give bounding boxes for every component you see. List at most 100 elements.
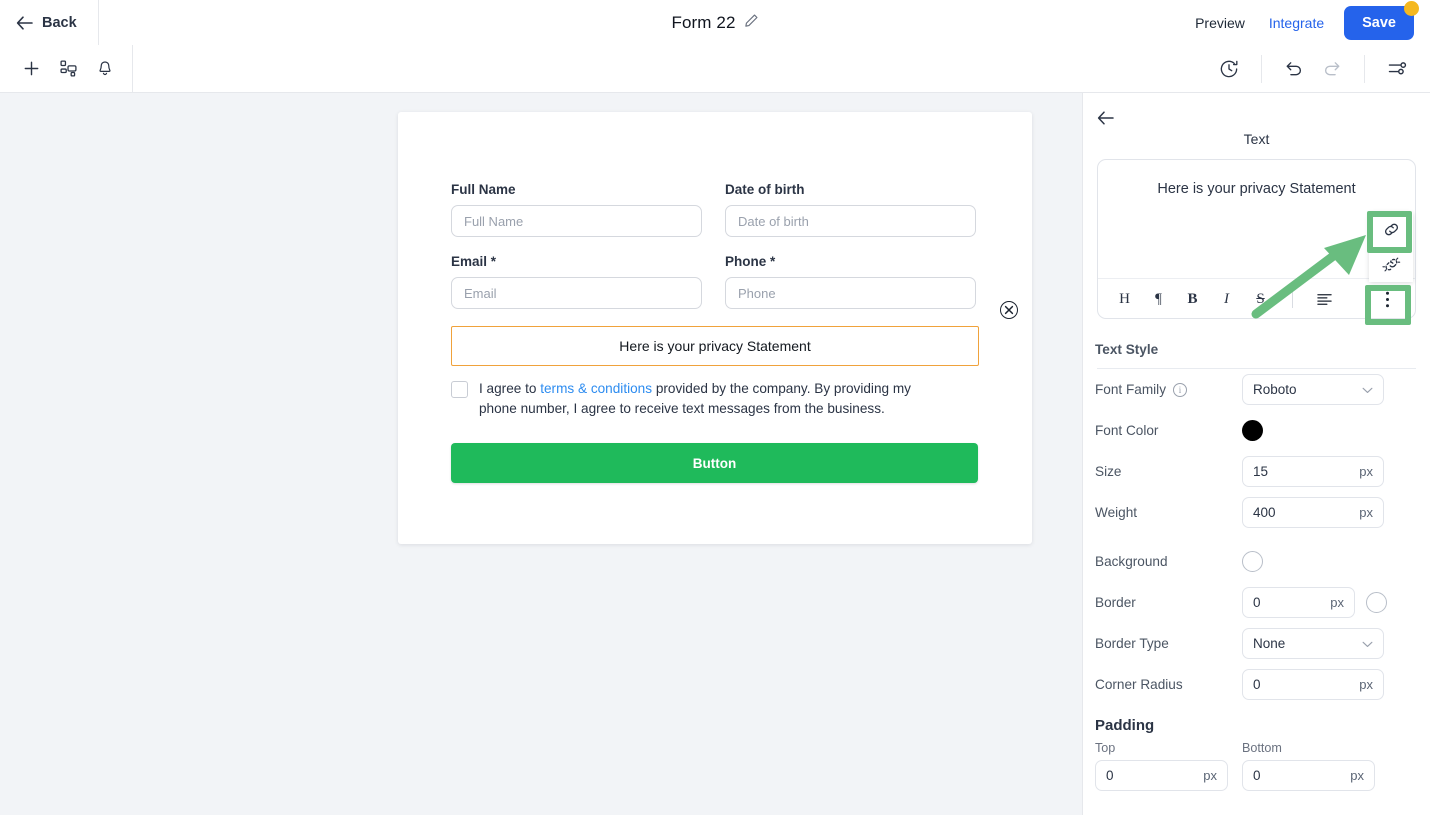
strikethrough-icon[interactable]: S	[1252, 289, 1269, 309]
italic-icon[interactable]: I	[1218, 289, 1235, 309]
border-type-value: None	[1253, 636, 1286, 651]
padding-bottom-label: Bottom	[1242, 741, 1282, 755]
unlink-icon[interactable]	[1369, 247, 1413, 282]
padding-bottom-col: Bottom px	[1242, 741, 1375, 791]
info-icon[interactable]: i	[1173, 382, 1188, 397]
chevron-down-icon	[1362, 382, 1373, 397]
field-label: Full Name	[451, 182, 516, 197]
font-family-label-group: Font Family i	[1095, 382, 1242, 397]
privacy-statement-element[interactable]: Here is your privacy Statement	[451, 326, 979, 366]
field-phone: Phone *	[725, 254, 976, 309]
background-color-swatch[interactable]	[1242, 551, 1263, 572]
weight-input[interactable]	[1253, 505, 1354, 520]
submit-button[interactable]: Button	[451, 443, 978, 483]
settings-sliders-icon[interactable]	[1387, 58, 1408, 79]
settings-group	[1365, 55, 1422, 83]
heading-icon[interactable]: H	[1116, 289, 1133, 309]
row-weight: Weight px	[1083, 492, 1430, 533]
padding-top-label: Top	[1095, 741, 1116, 755]
consent-row: I agree to terms & conditions provided b…	[451, 379, 979, 419]
padding-top-col: Top px	[1095, 741, 1228, 791]
weight-input-wrapper: px	[1242, 497, 1384, 528]
padding-section-title: Padding	[1095, 717, 1155, 734]
corner-radius-unit: px	[1359, 677, 1373, 692]
size-unit: px	[1359, 464, 1373, 479]
padding-top-input[interactable]	[1106, 768, 1198, 783]
toolbar-right-group	[1197, 45, 1422, 92]
plus-icon[interactable]	[22, 59, 41, 78]
consent-checkbox[interactable]	[451, 381, 468, 398]
pencil-icon[interactable]	[744, 13, 759, 33]
row-corner-radius: Corner Radius px	[1083, 664, 1430, 705]
close-circle-icon[interactable]	[1000, 301, 1018, 319]
size-label: Size	[1095, 464, 1122, 479]
row-border: Border px	[1083, 582, 1430, 623]
panel-back-button[interactable]	[1097, 111, 1114, 125]
border-input[interactable]	[1253, 595, 1325, 610]
text-editor-content[interactable]: Here is your privacy Statement	[1098, 160, 1415, 278]
terms-and-conditions-link[interactable]: terms & conditions	[540, 381, 652, 396]
secondary-toolbar	[0, 45, 1430, 93]
properties-panel: Text Here is your privacy Statement H ¶ …	[1082, 93, 1430, 815]
corner-radius-input-wrapper: px	[1242, 669, 1384, 700]
form-canvas: Full Name Date of birth Email *	[0, 93, 1082, 815]
field-label: Date of birth	[725, 182, 805, 197]
integrate-button[interactable]: Integrate	[1257, 15, 1336, 31]
font-color-label: Font Color	[1095, 423, 1159, 438]
font-color-swatch[interactable]	[1242, 420, 1263, 441]
padding-bottom-input[interactable]	[1253, 768, 1345, 783]
corner-radius-input[interactable]	[1253, 677, 1354, 692]
more-vertical-icon[interactable]	[1377, 288, 1397, 310]
elements-icon[interactable]	[59, 59, 78, 78]
padding-bottom-wrapper: px	[1242, 760, 1375, 791]
save-notification-badge	[1404, 0, 1419, 16]
phone-input[interactable]	[725, 277, 976, 309]
size-input-wrapper: px	[1242, 456, 1384, 487]
full-name-input[interactable]	[451, 205, 702, 237]
border-label: Border	[1095, 595, 1136, 610]
history-clock-icon[interactable]	[1219, 59, 1239, 79]
panel-title: Text	[1243, 131, 1270, 147]
email-input[interactable]	[451, 277, 702, 309]
top-bar-left: Back	[0, 0, 99, 45]
preview-button[interactable]: Preview	[1183, 15, 1257, 31]
back-label: Back	[42, 14, 77, 31]
border-color-swatch[interactable]	[1366, 592, 1387, 613]
field-label: Email *	[451, 254, 497, 269]
bell-icon[interactable]	[96, 60, 114, 78]
weight-label: Weight	[1095, 505, 1138, 520]
back-button[interactable]: Back	[16, 15, 77, 31]
font-family-select[interactable]: Roboto	[1242, 374, 1384, 405]
toolbar-divider	[1292, 290, 1293, 308]
link-popover-menu	[1369, 212, 1413, 282]
save-button-wrapper: Save	[1344, 0, 1419, 40]
undo-redo-group	[1262, 54, 1365, 83]
corner-radius-label: Corner Radius	[1095, 677, 1183, 692]
border-type-label: Border Type	[1095, 636, 1169, 651]
editor-toolbar: H ¶ B I S	[1098, 278, 1415, 319]
link-icon[interactable]	[1369, 212, 1413, 247]
paragraph-icon[interactable]: ¶	[1150, 289, 1167, 309]
border-type-select[interactable]: None	[1242, 628, 1384, 659]
padding-top-unit: px	[1203, 768, 1217, 783]
toolbar-left-group	[0, 45, 133, 92]
form-row-2: Email * Phone *	[451, 254, 979, 309]
form-row-1: Full Name Date of birth	[451, 182, 979, 237]
size-input[interactable]	[1253, 464, 1354, 479]
align-left-icon[interactable]	[1316, 289, 1333, 309]
form-body: Full Name Date of birth Email *	[398, 112, 1032, 483]
bold-icon[interactable]: B	[1184, 289, 1201, 309]
consent-text: I agree to terms & conditions provided b…	[479, 379, 949, 419]
date-of-birth-input[interactable]	[725, 205, 976, 237]
undo-icon[interactable]	[1284, 59, 1304, 79]
top-bar-right: Preview Integrate Save	[1183, 0, 1419, 45]
app-root: Back Form 22 Preview Integrate Save Full…	[0, 0, 1430, 815]
weight-unit: px	[1359, 505, 1373, 520]
padding-grid: Top px Bottom px	[1083, 734, 1430, 791]
redo-icon[interactable]	[1322, 59, 1342, 79]
background-label: Background	[1095, 554, 1168, 569]
row-background: Background	[1083, 541, 1430, 582]
field-email: Email *	[451, 254, 702, 309]
text-editor: Here is your privacy Statement H ¶ B I S	[1097, 159, 1416, 319]
editor-text: Here is your privacy Statement	[1157, 181, 1356, 197]
